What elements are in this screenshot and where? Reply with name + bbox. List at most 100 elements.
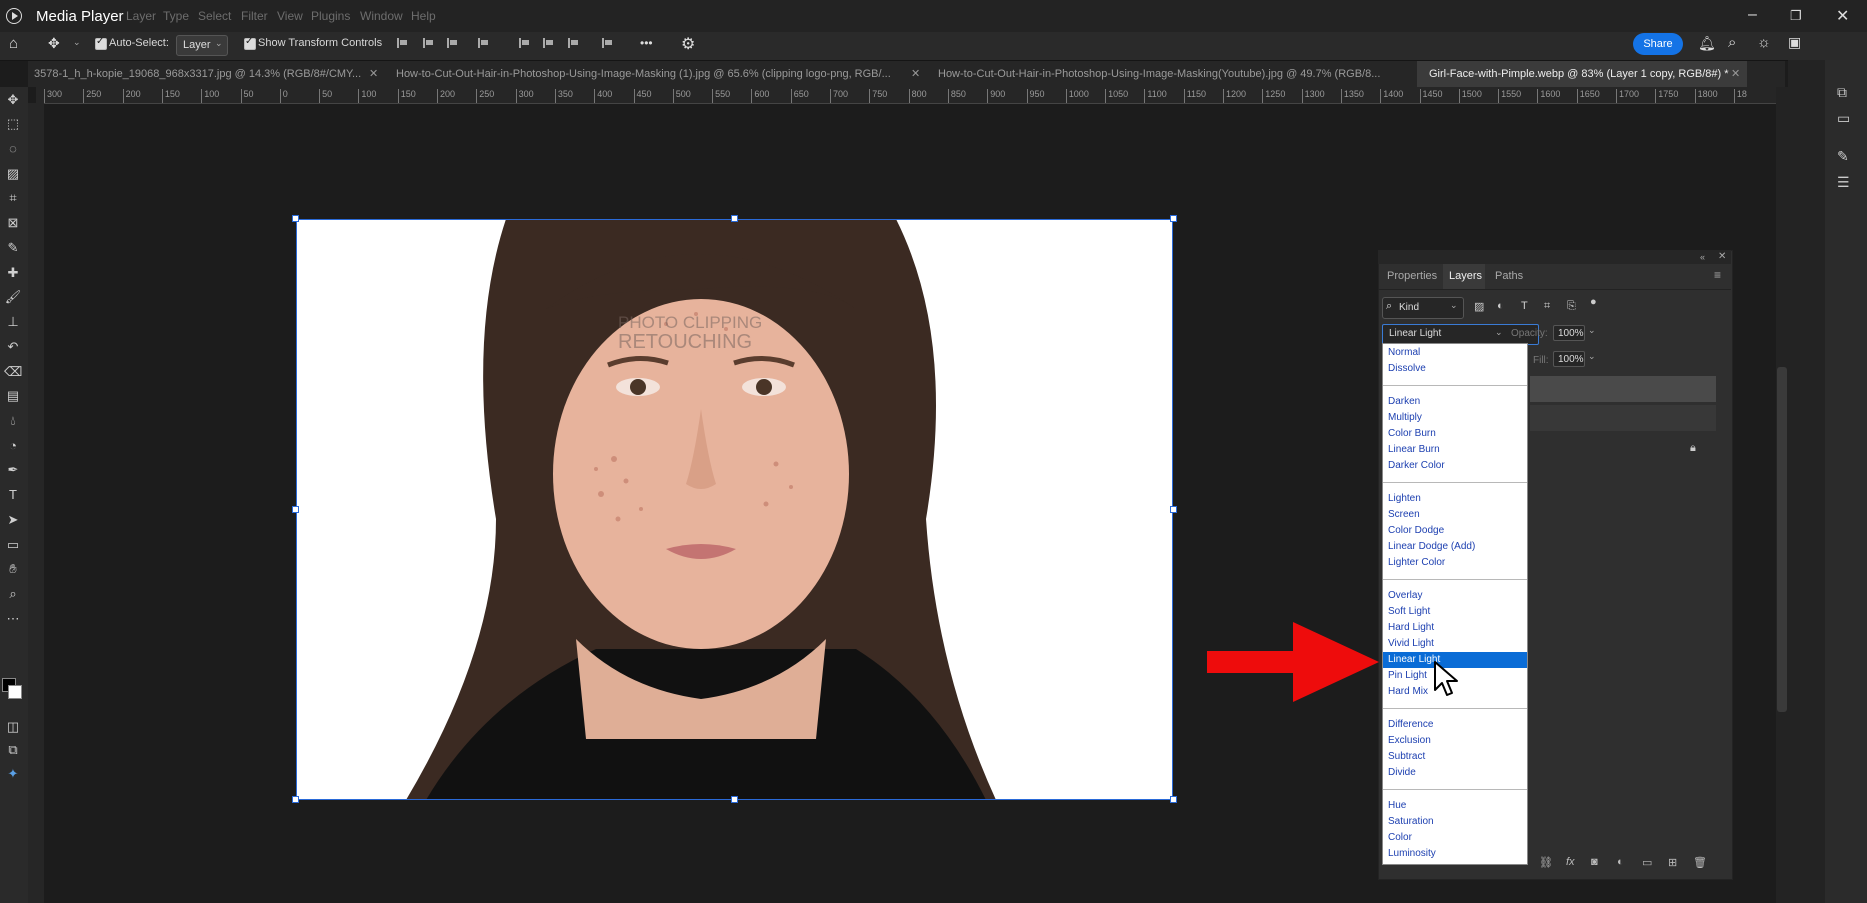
fill-field[interactable]: 100% [1553,351,1585,367]
brush-settings-icon[interactable]: ✎ [1837,148,1849,165]
shape-filter-icon[interactable]: ⌗ [1544,300,1550,313]
auto-select-checkbox[interactable] [95,36,107,50]
filter-kind-dropdown[interactable]: ⌕ Kind ⌄ [1382,297,1464,319]
dodge-tool-icon[interactable]: ◔ [4,438,22,454]
workspace-icon[interactable]: ▣ [1788,34,1801,51]
more-options-button[interactable]: ••• [640,36,653,50]
menu-filter[interactable]: Filter [241,9,268,23]
document-image[interactable] [296,219,1173,800]
brush-tool-icon[interactable]: 🖌︎ [4,289,22,305]
hand-tool-icon[interactable]: ✋︎ [4,561,22,577]
tab-document-3[interactable]: How-to-Cut-Out-Hair-in-Photoshop-Using-I… [938,61,1438,87]
blend-mode-option[interactable]: Hue [1383,798,1527,814]
blend-mode-option[interactable]: Vivid Light [1383,636,1527,652]
transform-handle[interactable] [292,215,299,222]
blend-mode-option[interactable]: Normal [1383,345,1527,361]
tab-document-active[interactable]: Girl-Face-with-Pimple.webp @ 83% (Layer … [1417,61,1747,87]
align-center-icon[interactable] [421,36,435,50]
more-tools-icon[interactable]: ⋯ [4,611,22,627]
link-layers-icon[interactable]: ⛓ [1539,856,1553,869]
align-left-icon[interactable] [395,36,409,50]
blend-mode-option[interactable]: Lighten [1383,491,1527,507]
blend-mode-option[interactable]: Lighter Color [1383,555,1527,571]
adjustment-filter-icon[interactable]: ◐ [1497,300,1504,312]
blend-mode-option[interactable]: Overlay [1383,588,1527,604]
share-button[interactable]: Share [1633,33,1683,55]
close-icon[interactable]: ✕ [1836,6,1849,26]
lock-icon[interactable]: 🔒︎ [1690,442,1696,455]
align-bottom-icon[interactable] [566,36,580,50]
object-select-tool-icon[interactable]: ▨ [4,166,22,182]
align-middle-icon[interactable] [541,36,555,50]
clone-stamp-tool-icon[interactable]: ⊥ [4,314,22,330]
opacity-field[interactable]: 100% [1553,325,1585,341]
menu-type[interactable]: Type [163,9,189,23]
close-icon[interactable]: ✕ [1731,61,1740,87]
chevron-down-icon[interactable]: ⌄ [73,37,81,48]
blend-mode-option[interactable]: Linear Dodge (Add) [1383,539,1527,555]
rectangle-tool-icon[interactable]: ▭ [4,537,22,553]
transform-handle[interactable] [292,506,299,513]
screen-mode-icon[interactable]: ⧉ [4,742,22,758]
minimize-icon[interactable]: – [1748,6,1757,24]
frame-tool-icon[interactable]: ⊠ [4,215,22,231]
transform-handle[interactable] [292,796,299,803]
smart-object-filter-icon[interactable]: ⎘ [1567,300,1576,313]
path-selection-tool-icon[interactable]: ➤ [4,512,22,528]
tab-properties[interactable]: Properties [1387,270,1437,282]
transform-handle[interactable] [1170,506,1177,513]
fx-icon[interactable]: fx [1566,856,1575,868]
transform-handle[interactable] [1170,215,1177,222]
blend-mode-option[interactable]: Soft Light [1383,604,1527,620]
blend-mode-option[interactable]: Screen [1383,507,1527,523]
blend-mode-option[interactable]: Difference [1383,717,1527,733]
blend-mode-option[interactable]: Subtract [1383,749,1527,765]
distribute-vertical-icon[interactable] [600,36,614,50]
show-transform-checkbox[interactable] [244,36,256,50]
crop-tool-icon[interactable]: ⌗ [4,190,22,206]
eraser-tool-icon[interactable]: ⌫ [4,364,22,380]
distribute-icon[interactable] [476,36,490,50]
bell-icon[interactable]: 🔔︎ [1698,35,1716,52]
blur-tool-icon[interactable]: 💧︎ [4,413,22,429]
pen-tool-icon[interactable]: ✒ [4,462,22,478]
comments-icon[interactable]: ▭ [1837,110,1850,127]
close-icon[interactable]: ✕ [369,61,378,87]
align-right-icon[interactable] [445,36,459,50]
zoom-tool-icon[interactable]: ⌕ [4,586,22,602]
layer-row[interactable] [1530,405,1716,431]
home-icon[interactable]: ⌂ [9,35,18,52]
lasso-tool-icon[interactable]: ◌ [4,141,22,157]
blend-mode-option[interactable]: Darker Color [1383,458,1527,474]
scrollbar-thumb[interactable] [1777,367,1787,712]
pixel-filter-icon[interactable]: ▨ [1474,300,1484,313]
adjustments-icon[interactable]: ☰ [1837,174,1850,191]
libraries-icon[interactable]: ⧉ [1837,84,1847,101]
blend-mode-option[interactable]: Multiply [1383,410,1527,426]
type-filter-icon[interactable]: T [1521,300,1528,312]
search-icon[interactable]: ⌕ [1728,34,1736,51]
blend-mode-option[interactable]: Divide [1383,765,1527,781]
menu-window[interactable]: Window [360,9,403,23]
blend-mode-option[interactable]: Exclusion [1383,733,1527,749]
blend-mode-option[interactable]: Dissolve [1383,361,1527,377]
new-group-icon[interactable]: ▭ [1642,856,1652,869]
blend-mode-option[interactable]: Color Dodge [1383,523,1527,539]
tab-document-2[interactable]: How-to-Cut-Out-Hair-in-Photoshop-Using-I… [396,61,936,87]
add-mask-icon[interactable]: ◙ [1591,856,1598,868]
blend-mode-option[interactable]: Linear Burn [1383,442,1527,458]
generative-fill-icon[interactable]: ✦ [4,766,22,782]
layer-row-selected[interactable] [1530,376,1716,402]
blend-mode-option[interactable]: Hard Light [1383,620,1527,636]
eyedropper-tool-icon[interactable]: ✎ [4,240,22,256]
close-panel-icon[interactable]: ✕ [1718,251,1726,262]
menu-select[interactable]: Select [198,9,231,23]
menu-view[interactable]: View [277,9,303,23]
healing-brush-tool-icon[interactable]: ✚ [4,265,22,281]
gradient-tool-icon[interactable]: ▤ [4,388,22,404]
lightbulb-icon[interactable]: ☼ [1757,34,1771,51]
tab-paths[interactable]: Paths [1495,270,1523,282]
blend-mode-option[interactable]: Color [1383,830,1527,846]
close-icon[interactable]: ✕ [911,61,920,87]
tab-layers[interactable]: Layers [1449,270,1482,282]
